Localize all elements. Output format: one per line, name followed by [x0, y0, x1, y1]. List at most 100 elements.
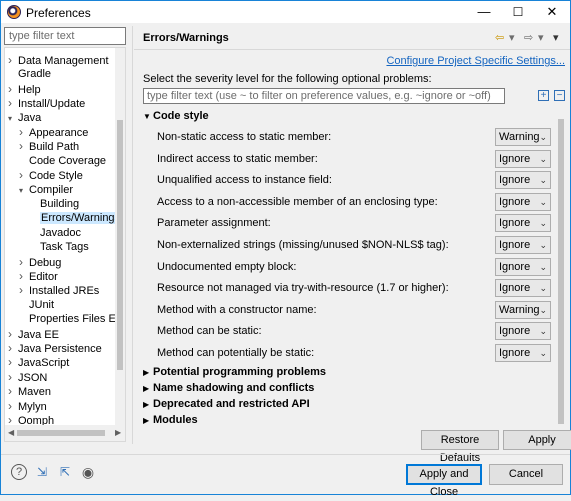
tree-item[interactable]: Errors/Warnings [30, 211, 121, 225]
minimize-button[interactable]: — [467, 1, 501, 23]
back-icon[interactable]: ⇦ [495, 31, 504, 44]
collapsed-twistie-icon[interactable]: › [8, 96, 18, 110]
tree-item[interactable]: ›Debug [19, 255, 61, 269]
collapse-all-icon[interactable]: − [554, 90, 565, 101]
close-button[interactable]: ✕ [535, 1, 569, 23]
severity-select[interactable]: Ignore⌄ [495, 344, 551, 362]
tree-item[interactable]: ›Editor [19, 269, 58, 283]
tree-item[interactable]: ›JavaScript [8, 355, 69, 369]
tree-vscroll-thumb[interactable] [117, 120, 123, 370]
tree-item[interactable]: ›Appearance [19, 125, 88, 139]
tree-item-label: Properties Files Edi [29, 313, 124, 325]
tree-item[interactable]: ›Code Style [19, 168, 83, 182]
tree-item[interactable]: Task Tags [30, 240, 89, 254]
severity-select[interactable]: Ignore⌄ [495, 150, 551, 168]
view-menu-icon[interactable]: ▾ [553, 31, 559, 44]
import-icon[interactable]: ⇲ [34, 464, 50, 480]
tree-item-label: Maven [18, 386, 51, 398]
tree-item[interactable]: ›Java Persistence [8, 341, 102, 355]
maximize-button[interactable]: ☐ [501, 1, 535, 23]
options-vscroll-thumb[interactable] [558, 119, 564, 424]
option-label: Resource not managed via try-with-resour… [157, 282, 449, 294]
collapsed-section-header[interactable]: ▶Deprecated and restricted API [143, 398, 310, 410]
severity-select[interactable]: Ignore⌄ [495, 214, 551, 232]
expanded-twistie-icon[interactable]: ▾ [8, 112, 18, 126]
severity-select[interactable]: Warning⌄ [495, 128, 551, 146]
tree-item[interactable]: ›Build Path [19, 139, 79, 153]
back-menu-icon[interactable]: ▾ [509, 31, 515, 44]
collapsed-twistie-icon[interactable]: › [19, 125, 29, 139]
tree-item[interactable]: Javadoc [30, 226, 81, 240]
collapsed-twistie-icon[interactable]: › [8, 399, 18, 413]
collapsed-twistie-icon[interactable]: › [8, 327, 18, 341]
collapsed-twistie-icon[interactable]: › [19, 139, 29, 153]
collapsed-section-header[interactable]: ▶Name shadowing and conflicts [143, 382, 314, 394]
cancel-button[interactable]: Cancel [489, 464, 563, 485]
collapsed-twistie-icon[interactable]: › [19, 269, 29, 283]
severity-value: Ignore [499, 153, 530, 165]
severity-select[interactable]: Ignore⌄ [495, 279, 551, 297]
collapsed-twistie-icon[interactable]: › [19, 168, 29, 182]
tree-item[interactable]: JUnit [19, 298, 54, 312]
configure-project-settings-link[interactable]: Configure Project Specific Settings... [386, 55, 565, 67]
option-label: Method can potentially be static: [157, 347, 314, 359]
severity-select[interactable]: Ignore⌄ [495, 171, 551, 189]
collapsed-section-header[interactable]: ▶Potential programming problems [143, 366, 326, 378]
tree-item-label: Install/Update [18, 98, 85, 110]
tree-item-label: Help [18, 84, 41, 96]
tree-item[interactable]: ›Data Management [8, 53, 109, 67]
tree-item[interactable]: ›Help [8, 82, 41, 96]
collapsed-twistie-icon[interactable]: › [19, 255, 29, 269]
tree-horizontal-scrollbar[interactable]: ◀ ▶ [5, 425, 125, 441]
tree-item-label: JUnit [29, 299, 54, 311]
severity-select[interactable]: Ignore⌄ [495, 193, 551, 211]
record-icon[interactable]: ◉ [80, 464, 96, 480]
collapsed-twistie-icon[interactable]: › [8, 370, 18, 384]
severity-select[interactable]: Ignore⌄ [495, 322, 551, 340]
tree-item[interactable]: ›Java EE [8, 327, 59, 341]
help-icon[interactable]: ? [11, 464, 27, 480]
options-vertical-scrollbar[interactable] [556, 119, 566, 445]
severity-select[interactable]: Warning⌄ [495, 301, 551, 319]
collapsed-twistie-icon[interactable]: › [8, 384, 18, 398]
collapsed-twistie-icon[interactable]: › [8, 82, 18, 96]
restore-defaults-button[interactable]: Restore Defaults [421, 430, 499, 450]
apply-button[interactable]: Apply [503, 430, 571, 450]
forward-menu-icon[interactable]: ▾ [538, 31, 544, 44]
tree-item[interactable]: ›Install/Update [8, 96, 85, 110]
scroll-right-icon[interactable]: ▶ [115, 428, 121, 437]
window-title: Preferences [26, 6, 91, 20]
export-icon[interactable]: ⇱ [57, 464, 73, 480]
collapsed-twistie-icon[interactable]: › [19, 283, 29, 297]
expanded-twistie-icon[interactable]: ▾ [19, 184, 29, 198]
tree-vertical-scrollbar[interactable] [115, 48, 125, 426]
tree-hscroll-thumb[interactable] [17, 430, 105, 436]
tree-item[interactable]: Gradle [8, 67, 51, 81]
tree-item[interactable]: ›Mylyn [8, 399, 47, 413]
tree-item[interactable]: Code Coverage [19, 154, 106, 168]
collapsed-twistie-icon[interactable]: › [8, 355, 18, 369]
tree-item-label: Code Style [29, 170, 83, 182]
chevron-down-icon: ⌄ [539, 237, 547, 253]
tree-item[interactable]: ›Installed JREs [19, 283, 99, 297]
problem-filter-input[interactable]: type filter text (use ~ to filter on pre… [143, 88, 505, 104]
apply-and-close-button[interactable]: Apply and Close [406, 464, 482, 485]
forward-icon[interactable]: ⇨ [524, 31, 533, 44]
collapsed-twistie-icon[interactable]: › [8, 341, 18, 355]
pane-splitter[interactable] [132, 26, 133, 444]
tree-item[interactable]: Building [30, 197, 79, 211]
tree-item[interactable]: ›JSON [8, 370, 47, 384]
severity-value: Warning [499, 131, 540, 143]
scroll-left-icon[interactable]: ◀ [8, 428, 14, 437]
tree-item[interactable]: Properties Files Edi [19, 312, 124, 326]
severity-select[interactable]: Ignore⌄ [495, 236, 551, 254]
tree-item[interactable]: ▾Compiler [19, 183, 73, 197]
collapsed-section-header[interactable]: ▶Modules [143, 414, 198, 426]
collapsed-twistie-icon[interactable]: › [8, 53, 18, 67]
tree-item[interactable]: ▾Java [8, 111, 41, 125]
severity-select[interactable]: Ignore⌄ [495, 258, 551, 276]
code-style-section-header[interactable]: ▼Code style [143, 110, 209, 122]
tree-filter-input[interactable]: type filter text [4, 27, 126, 45]
tree-item[interactable]: ›Maven [8, 384, 51, 398]
expand-all-icon[interactable]: + [538, 90, 549, 101]
